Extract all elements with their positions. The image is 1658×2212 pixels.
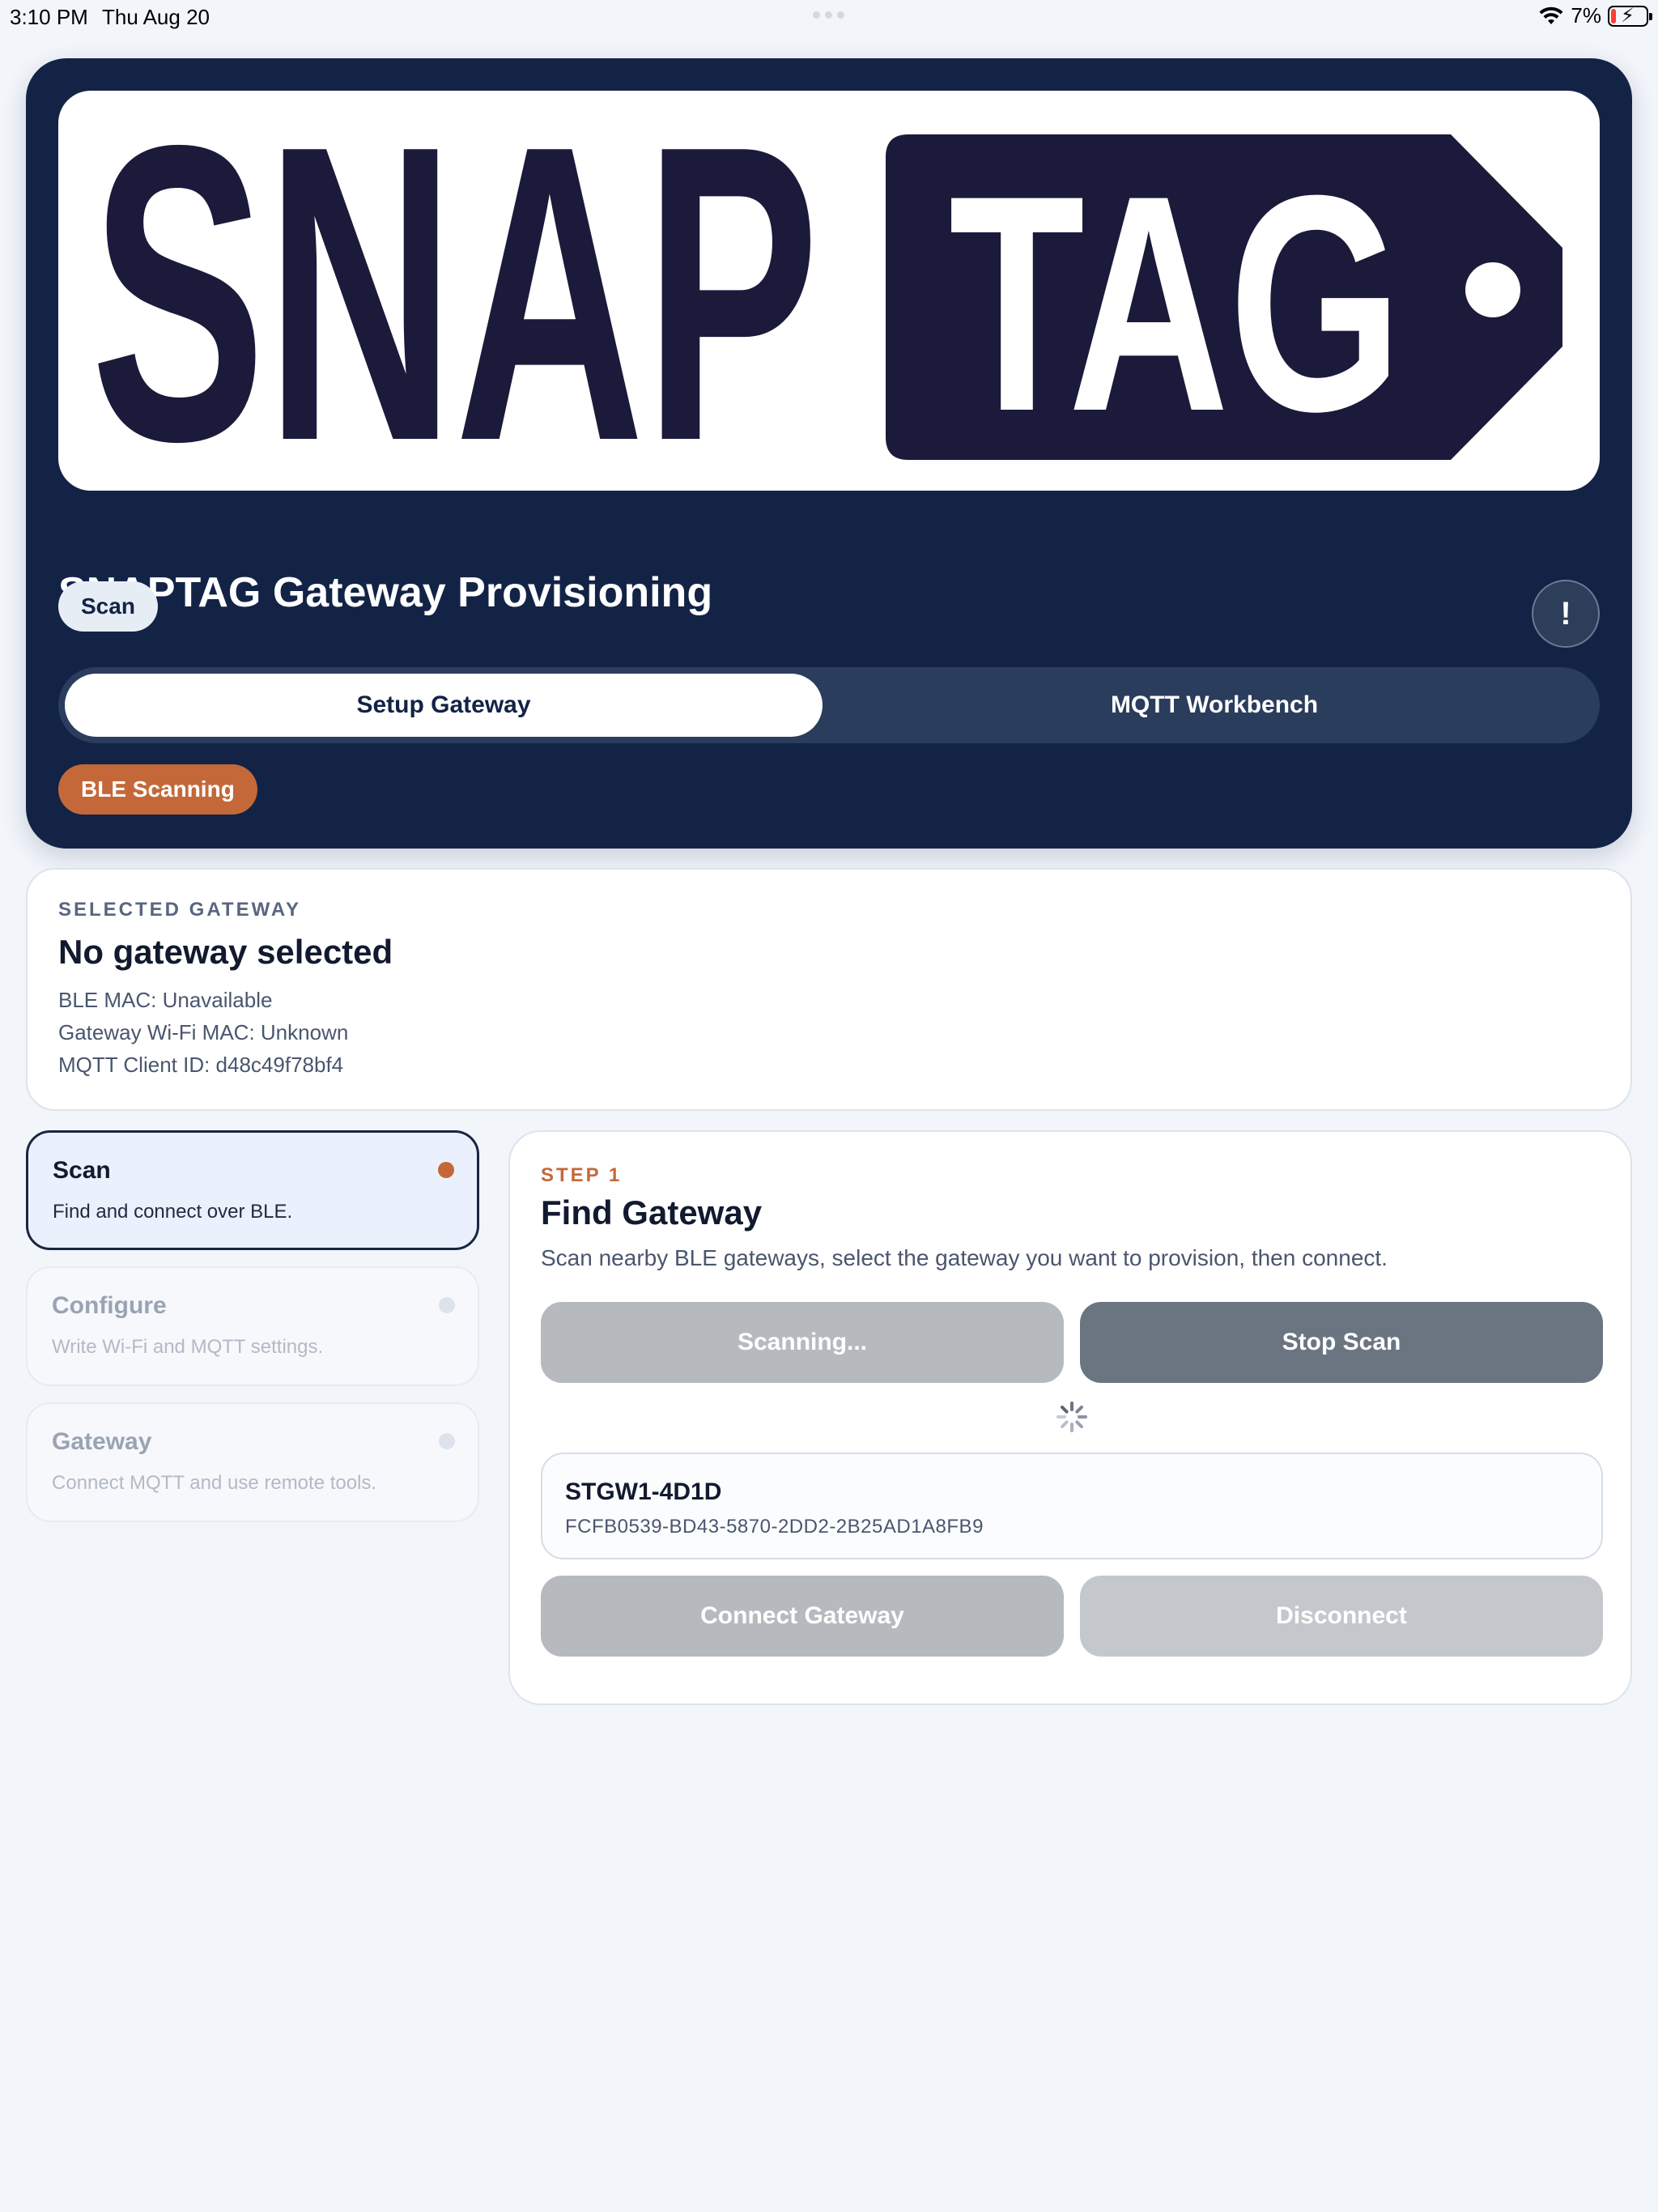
stop-scan-button[interactable]: Stop Scan <box>1080 1302 1603 1383</box>
status-bar: 3:10 PM Thu Aug 20 7% ⚡ <box>0 0 1658 32</box>
step-nav-scan[interactable]: Scan Find and connect over BLE. <box>26 1130 479 1250</box>
step-description: Find and connect over BLE. <box>53 1201 293 1223</box>
ble-mac-text: BLE MAC: Unavailable <box>58 988 273 1012</box>
status-right: 7% ⚡ <box>1538 3 1652 28</box>
selected-gateway-title: No gateway selected <box>58 933 393 971</box>
step-nav-configure[interactable]: Configure Write Wi-Fi and MQTT settings. <box>26 1266 479 1386</box>
status-time: 3:10 PM <box>10 5 88 29</box>
step-title: Configure <box>52 1292 167 1319</box>
disconnect-button[interactable]: Disconnect <box>1080 1576 1603 1657</box>
gateway-list-item[interactable]: STGW1-4D1D FCFB0539-BD43-5870-2DD2-2B25A… <box>541 1453 1603 1559</box>
hero-header: SNAP TAG SNAPTAG Gateway Provisioning Sc… <box>26 58 1632 849</box>
logo-word-tag: TAG <box>949 131 1402 475</box>
mqtt-client-id-text: MQTT Client ID: d48c49f78bf4 <box>58 1053 344 1077</box>
battery-charging-icon: ⚡ <box>1608 5 1652 27</box>
current-step-badge: Scan <box>58 581 158 632</box>
step-status-dot-icon <box>439 1297 455 1313</box>
step-description: Connect MQTT and use remote tools. <box>52 1472 377 1494</box>
section-title: Find Gateway <box>541 1193 763 1231</box>
battery-percent: 7% <box>1571 3 1601 28</box>
ble-status-badge: BLE Scanning <box>58 764 257 815</box>
selected-gateway-card: SELECTED GATEWAY No gateway selected BLE… <box>26 868 1632 1111</box>
wifi-icon <box>1539 6 1563 24</box>
status-date: Thu Aug 20 <box>102 5 210 29</box>
step-nav-gateway[interactable]: Gateway Connect MQTT and use remote tool… <box>26 1402 479 1522</box>
gateway-name: STGW1-4D1D <box>565 1478 722 1505</box>
multitasking-dots-icon[interactable] <box>813 11 844 19</box>
section-description: Scan nearby BLE gateways, select the gat… <box>541 1245 1388 1270</box>
step-title: Gateway <box>52 1428 152 1455</box>
scanning-button[interactable]: Scanning... <box>541 1302 1064 1383</box>
snaptag-logo: SNAP TAG <box>58 91 1600 491</box>
info-button[interactable]: ! <box>1532 580 1600 648</box>
logo-word-snap: SNAP <box>91 91 819 491</box>
mode-tabs: Setup Gateway MQTT Workbench <box>58 667 1600 743</box>
connect-gateway-button[interactable]: Connect Gateway <box>541 1576 1064 1657</box>
tab-mqtt-workbench[interactable]: MQTT Workbench <box>835 674 1593 737</box>
step-description: Write Wi-Fi and MQTT settings. <box>52 1336 324 1358</box>
step-label: STEP 1 <box>541 1164 623 1186</box>
step-status-dot-icon <box>438 1162 454 1178</box>
loading-spinner-icon <box>1056 1402 1087 1432</box>
gateway-identifier: FCFB0539-BD43-5870-2DD2-2B25AD1A8FB9 <box>565 1516 984 1538</box>
find-gateway-card: STEP 1 Find Gateway Scan nearby BLE gate… <box>508 1130 1632 1705</box>
step-title: Scan <box>53 1157 111 1184</box>
wifi-mac-text: Gateway Wi-Fi MAC: Unknown <box>58 1020 349 1044</box>
selected-gateway-label: SELECTED GATEWAY <box>58 899 302 921</box>
tab-setup-gateway[interactable]: Setup Gateway <box>65 674 823 737</box>
step-status-dot-icon <box>439 1433 455 1449</box>
